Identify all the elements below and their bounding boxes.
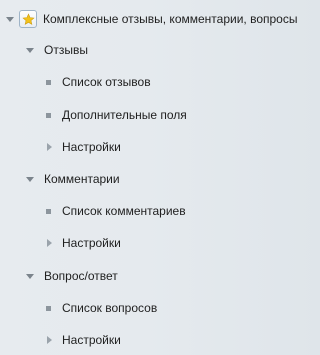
bullet-icon: [46, 113, 51, 118]
bullet-icon: [46, 306, 51, 311]
collapse-arrow-icon[interactable]: [26, 274, 34, 279]
tree-root[interactable]: Комплексные отзывы, комментарии, вопросы: [0, 8, 312, 30]
item-label[interactable]: Список отзывов: [62, 75, 151, 89]
tree-root-label: Комплексные отзывы, комментарии, вопросы: [43, 12, 298, 26]
collapse-arrow-icon[interactable]: [6, 17, 14, 22]
item-label[interactable]: Список комментариев: [62, 204, 186, 218]
item-label[interactable]: Настройки: [62, 140, 121, 154]
tree-section-qa[interactable]: Вопрос/ответ: [0, 265, 312, 287]
item-label[interactable]: Список вопросов: [62, 301, 157, 315]
item-label[interactable]: Настройки: [62, 236, 121, 250]
item-label[interactable]: Дополнительные поля: [62, 108, 187, 122]
tree-item-comment-list[interactable]: Список комментариев: [0, 200, 312, 222]
collapse-arrow-icon[interactable]: [26, 48, 34, 53]
collapse-arrow-icon[interactable]: [26, 177, 34, 182]
tree-item-qa-settings[interactable]: Настройки: [0, 329, 312, 351]
expand-arrow-icon[interactable]: [47, 143, 52, 151]
section-label: Вопрос/ответ: [44, 269, 118, 283]
item-label[interactable]: Настройки: [62, 333, 121, 347]
tree-item-review-settings[interactable]: Настройки: [0, 136, 312, 158]
module-tree: Комплексные отзывы, комментарии, вопросы…: [0, 0, 312, 355]
bullet-icon: [46, 80, 51, 85]
tree-item-review-list[interactable]: Список отзывов: [0, 71, 312, 93]
expand-arrow-icon[interactable]: [47, 336, 52, 344]
expand-arrow-icon[interactable]: [47, 239, 52, 247]
tree-section-reviews[interactable]: Отзывы: [0, 39, 312, 61]
bullet-icon: [46, 209, 51, 214]
section-label: Отзывы: [44, 43, 88, 57]
tree-item-comment-settings[interactable]: Настройки: [0, 232, 312, 254]
tree-item-question-list[interactable]: Список вопросов: [0, 297, 312, 319]
section-label: Комментарии: [44, 172, 120, 186]
tree-section-comments[interactable]: Комментарии: [0, 168, 312, 190]
tree-item-extra-fields[interactable]: Дополнительные поля: [0, 104, 312, 126]
star-icon: [19, 10, 37, 28]
